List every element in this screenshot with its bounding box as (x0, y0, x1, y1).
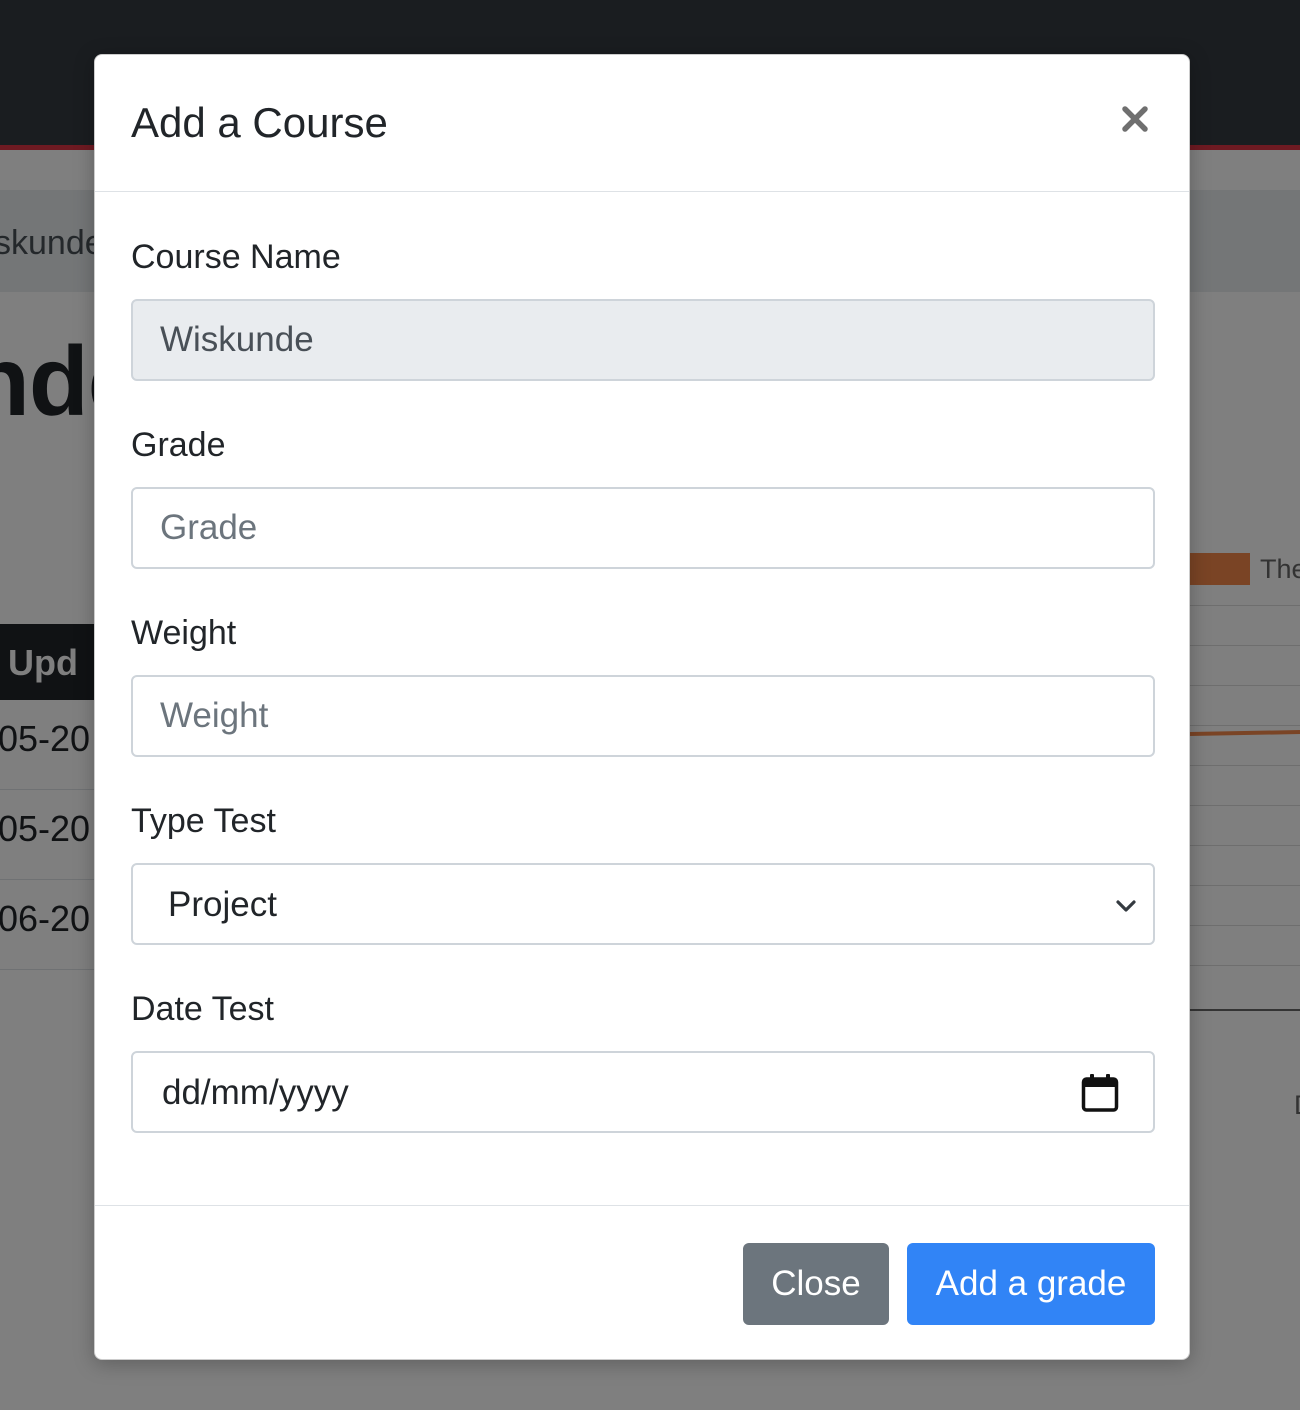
grade-label: Grade (131, 426, 226, 464)
modal-title: Add a Course (131, 99, 388, 146)
course-name-label: Course Name (131, 238, 341, 276)
add-course-modal: Add a Course Course Name Grade Weight Ty… (94, 54, 1190, 1360)
chevron-down-icon (1116, 900, 1136, 912)
close-button[interactable]: Close (743, 1243, 889, 1325)
type-test-select[interactable]: Project (131, 863, 1155, 945)
grade-input[interactable] (131, 487, 1155, 569)
modal-header: Add a Course (95, 55, 1189, 192)
type-test-label: Type Test (131, 802, 276, 840)
type-test-selected-value: Project (168, 885, 277, 924)
add-grade-button[interactable]: Add a grade (907, 1243, 1155, 1325)
calendar-icon[interactable] (1081, 1073, 1119, 1113)
course-name-input[interactable] (131, 299, 1155, 381)
date-test-label: Date Test (131, 990, 275, 1028)
modal-close-button[interactable] (1111, 93, 1159, 145)
weight-input[interactable] (131, 675, 1155, 757)
date-test-input[interactable]: dd/mm/yyyy (131, 1051, 1155, 1133)
weight-label: Weight (131, 614, 237, 652)
modal-footer: Close Add a grade (95, 1205, 1189, 1361)
close-icon (1122, 106, 1148, 132)
date-test-placeholder: dd/mm/yyyy (162, 1073, 349, 1112)
